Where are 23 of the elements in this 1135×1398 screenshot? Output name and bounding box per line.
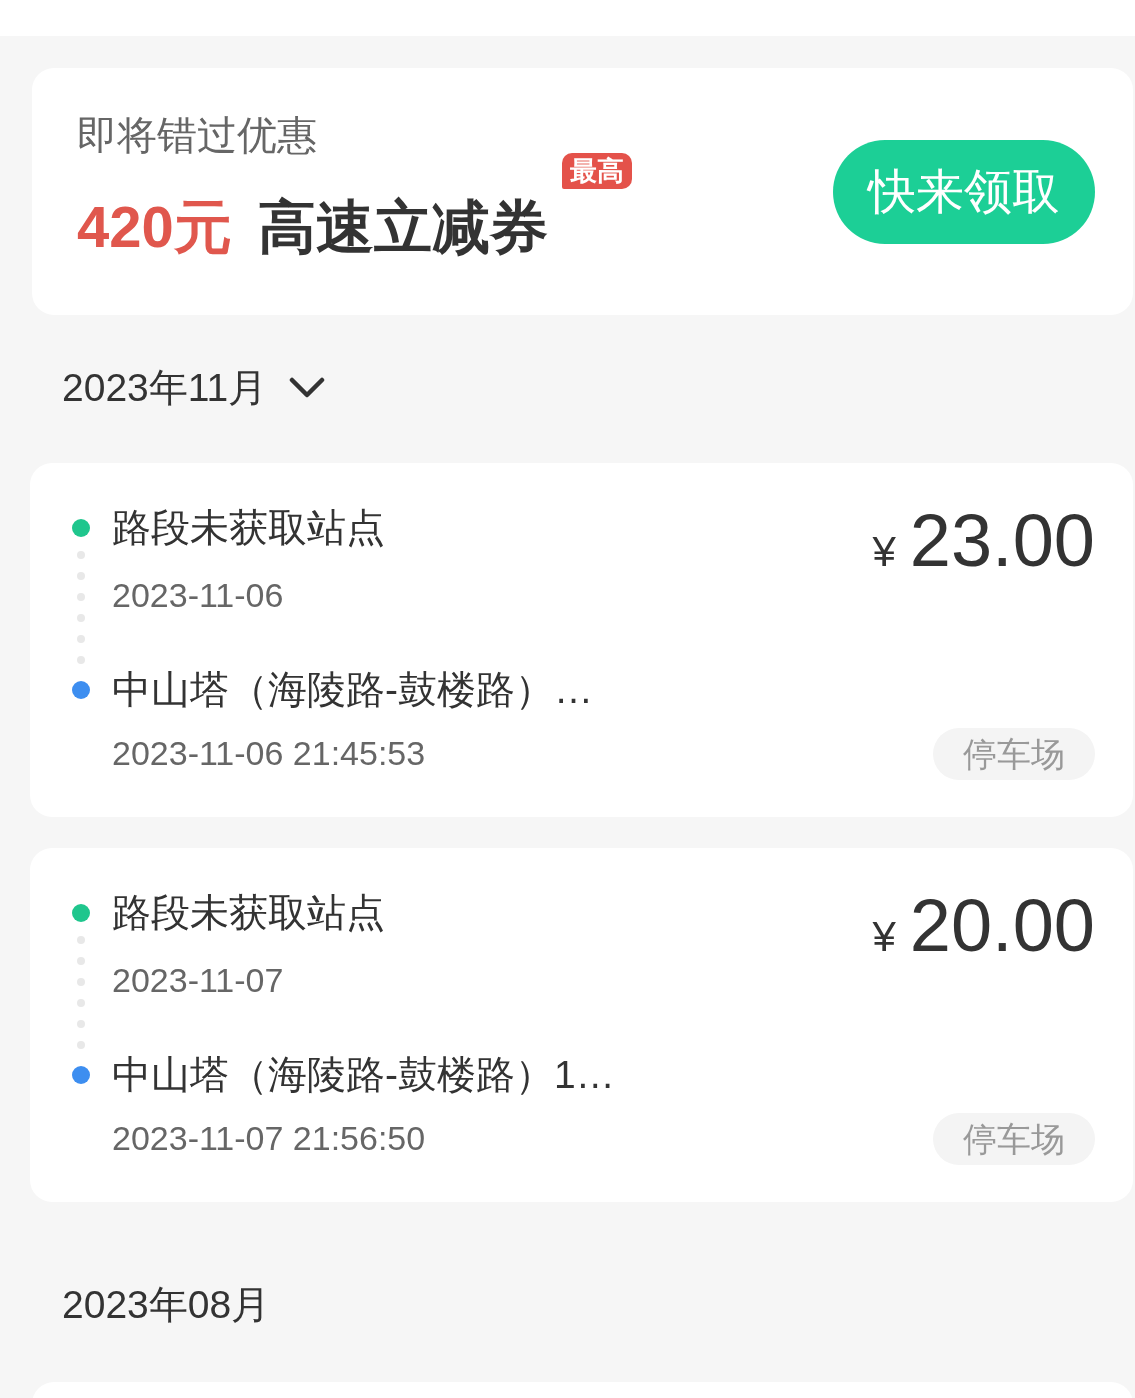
fee-amount: 20.00 — [909, 886, 1095, 966]
currency-symbol: ¥ — [872, 527, 896, 577]
station-name: 中山塔（海陵路-鼓楼路）1… — [112, 1052, 615, 1098]
coupon-title: 高速立减券 — [257, 194, 548, 259]
timestamp: 2023-11-07 — [112, 960, 285, 1000]
timestamp: 2023-11-06 21:45:53 — [112, 733, 427, 773]
station-name: 中山塔（海陵路-鼓楼路）… — [112, 667, 593, 713]
category-tag: 停车场 — [933, 1113, 1095, 1165]
max-badge: 最高 — [561, 152, 632, 189]
timestamp: 2023-11-06 — [112, 575, 285, 615]
station-name: 路段未获取站点 — [112, 890, 386, 936]
fee-amount: 23.00 — [909, 501, 1095, 581]
currency-symbol: ¥ — [872, 912, 896, 962]
record-card[interactable]: 路段未获取站点 2023-11-06 中山塔（海陵路-鼓楼路）… 2023-11-06 21:45:53 ¥ 23.00 停车场 — [30, 463, 1133, 817]
chevron-down-icon[interactable] — [289, 377, 326, 399]
station-name: 路段未获取站点 — [112, 505, 386, 551]
month-label[interactable]: 2023年08月 — [62, 1278, 271, 1332]
month-label[interactable]: 2023年11月 — [62, 361, 268, 415]
category-tag: 停车场 — [933, 728, 1095, 780]
promo-caption: 即将错过优惠 — [77, 111, 318, 159]
timestamp: 2023-11-07 21:56:50 — [112, 1118, 427, 1158]
discount-amount: 420元 — [77, 194, 232, 259]
record-card[interactable]: 路段未获取站点 2023-11-07 中山塔（海陵路-鼓楼路）1… 2023-11-07 21:56:50 ¥ 20.00 停车场 — [30, 848, 1133, 1202]
